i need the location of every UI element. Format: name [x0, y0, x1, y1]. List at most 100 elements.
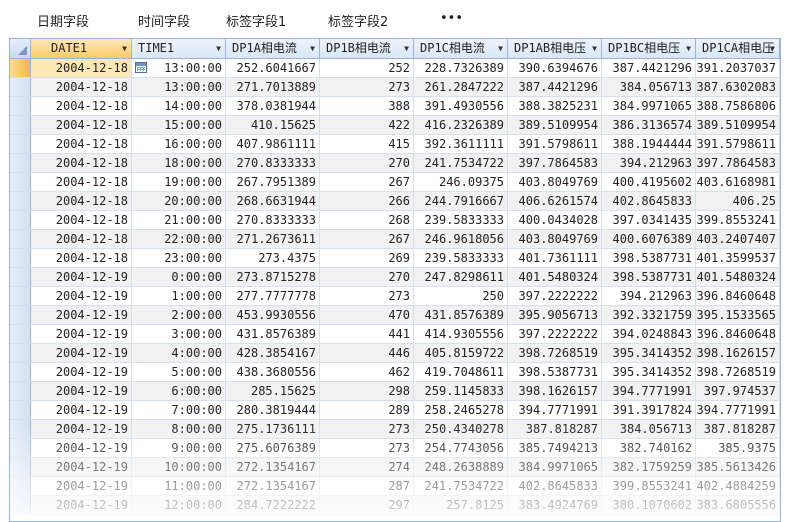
cell-3[interactable]: 271.2673611	[226, 230, 320, 248]
table-row[interactable]: 2004-12-19 11:00:00 272.1354167 287 241.7534…	[10, 477, 780, 496]
column-header-4[interactable]: DP1B相电流 ▼	[320, 39, 414, 58]
row-selector[interactable]	[10, 325, 31, 343]
cell-6[interactable]: 397.2222222	[508, 287, 602, 305]
cell-7[interactable]: 392.3321759	[602, 306, 696, 324]
cell-4[interactable]: 273	[320, 287, 414, 305]
cell-5[interactable]: 239.5833333	[414, 249, 508, 267]
cell-3[interactable]: 272.1354167	[226, 458, 320, 476]
column-header-1[interactable]: DATE1 ▼	[31, 39, 132, 58]
table-row[interactable]: 2004-12-19 6:00:00 285.15625 298 259.1145833…	[10, 382, 780, 401]
cell-8[interactable]: 397.7864583	[696, 154, 780, 172]
cell-2[interactable]: 14:00:00	[132, 97, 226, 115]
cell-4[interactable]: 252	[320, 59, 414, 77]
cell-3[interactable]: 428.3854167	[226, 344, 320, 362]
cell-8[interactable]: 395.1533565	[696, 306, 780, 324]
row-selector[interactable]	[10, 268, 31, 286]
row-selector[interactable]	[10, 59, 31, 77]
cell-2[interactable]: 16:00:00	[132, 135, 226, 153]
cell-4[interactable]: 287	[320, 477, 414, 495]
cell-5[interactable]: 414.9305556	[414, 325, 508, 343]
ribbon-tab-time-field[interactable]: 时间字段	[138, 11, 190, 30]
cell-1[interactable]: 2004-12-18	[31, 230, 132, 248]
row-selector[interactable]	[10, 420, 31, 438]
cell-5[interactable]: 247.8298611	[414, 268, 508, 286]
cell-8[interactable]: 385.9375	[696, 439, 780, 457]
cell-1[interactable]: 2004-12-19	[31, 306, 132, 324]
cell-3[interactable]: 252.6041667	[226, 59, 320, 77]
column-header-8[interactable]: DP1CA相电压 ▼	[696, 39, 780, 58]
cell-5[interactable]: 431.8576389	[414, 306, 508, 324]
cell-7[interactable]: 380.1070602	[602, 496, 696, 514]
cell-1[interactable]: 2004-12-19	[31, 496, 132, 514]
cell-2[interactable]: 0:00:00	[132, 268, 226, 286]
cell-7[interactable]: 400.4195602	[602, 173, 696, 191]
cell-6[interactable]: 401.7361111	[508, 249, 602, 267]
table-row[interactable]: 2004-12-19 7:00:00 280.3819444 289 258.24652…	[10, 401, 780, 420]
cell-4[interactable]: 266	[320, 192, 414, 210]
cell-3[interactable]: 453.9930556	[226, 306, 320, 324]
cell-3[interactable]: 285.15625	[226, 382, 320, 400]
cell-3[interactable]: 273.8715278	[226, 268, 320, 286]
column-dropdown-icon[interactable]: ▼	[404, 39, 409, 58]
row-selector[interactable]	[10, 439, 31, 457]
cell-5[interactable]: 248.2638889	[414, 458, 508, 476]
cell-6[interactable]: 384.9971065	[508, 458, 602, 476]
cell-5[interactable]: 405.8159722	[414, 344, 508, 362]
cell-4[interactable]: 422	[320, 116, 414, 134]
cell-3[interactable]: 268.6631944	[226, 192, 320, 210]
table-row[interactable]: 2004-12-18 19:00:00 267.7951389 267 246.0937…	[10, 173, 780, 192]
cell-4[interactable]: 388	[320, 97, 414, 115]
cell-8[interactable]: 399.8553241	[696, 211, 780, 229]
cell-1[interactable]: 2004-12-18	[31, 116, 132, 134]
cell-8[interactable]: 391.5798611	[696, 135, 780, 153]
column-dropdown-icon[interactable]: ▼	[592, 39, 597, 58]
cell-6[interactable]: 385.7494213	[508, 439, 602, 457]
cell-4[interactable]: 462	[320, 363, 414, 381]
cell-4[interactable]: 415	[320, 135, 414, 153]
cell-8[interactable]: 398.7268519	[696, 363, 780, 381]
cell-4[interactable]: 273	[320, 439, 414, 457]
cell-3[interactable]: 272.1354167	[226, 477, 320, 495]
row-selector[interactable]	[10, 458, 31, 476]
cell-3[interactable]: 271.7013889	[226, 78, 320, 96]
cell-7[interactable]: 394.0248843	[602, 325, 696, 343]
row-selector[interactable]	[10, 306, 31, 324]
cell-2[interactable]: 2:00:00	[132, 306, 226, 324]
cell-2[interactable]: 7:00:00	[132, 401, 226, 419]
table-row[interactable]: 2004-12-19 0:00:00 273.8715278 270 247.82986…	[10, 268, 780, 287]
row-selector[interactable]	[10, 477, 31, 495]
cell-1[interactable]: 2004-12-19	[31, 401, 132, 419]
cell-2[interactable]: 8:00:00	[132, 420, 226, 438]
cell-4[interactable]: 274	[320, 458, 414, 476]
cell-1[interactable]: 2004-12-18	[31, 173, 132, 191]
cell-3[interactable]: 407.9861111	[226, 135, 320, 153]
cell-7[interactable]: 394.212963	[602, 287, 696, 305]
calendar-icon[interactable]	[135, 62, 147, 73]
cell-7[interactable]: 398.5387731	[602, 249, 696, 267]
cell-2[interactable]: 1:00:00	[132, 287, 226, 305]
cell-2[interactable]: 3:00:00	[132, 325, 226, 343]
cell-7[interactable]: 399.8553241	[602, 477, 696, 495]
cell-7[interactable]: 387.4421296	[602, 59, 696, 77]
cell-8[interactable]: 391.2037037	[696, 59, 780, 77]
cell-6[interactable]: 398.5387731	[508, 363, 602, 381]
cell-5[interactable]: 239.5833333	[414, 211, 508, 229]
cell-7[interactable]: 395.3414352	[602, 363, 696, 381]
cell-7[interactable]: 400.6076389	[602, 230, 696, 248]
ribbon-tab-date-field[interactable]: 日期字段	[37, 11, 89, 30]
cell-6[interactable]: 403.8049769	[508, 230, 602, 248]
cell-8[interactable]: 402.4884259	[696, 477, 780, 495]
cell-7[interactable]: 384.056713	[602, 420, 696, 438]
cell-6[interactable]: 390.6394676	[508, 59, 602, 77]
column-dropdown-icon[interactable]: ▼	[686, 39, 691, 58]
cell-7[interactable]: 397.0341435	[602, 211, 696, 229]
cell-7[interactable]: 394.212963	[602, 154, 696, 172]
cell-6[interactable]: 394.7771991	[508, 401, 602, 419]
cell-5[interactable]: 241.7534722	[414, 477, 508, 495]
cell-8[interactable]: 406.25	[696, 192, 780, 210]
table-row[interactable]: 2004-12-18 16:00:00 407.9861111 415 392.3611…	[10, 135, 780, 154]
cell-5[interactable]: 391.4930556	[414, 97, 508, 115]
cell-1[interactable]: 2004-12-19	[31, 420, 132, 438]
cell-7[interactable]: 384.056713	[602, 78, 696, 96]
row-selector[interactable]	[10, 230, 31, 248]
